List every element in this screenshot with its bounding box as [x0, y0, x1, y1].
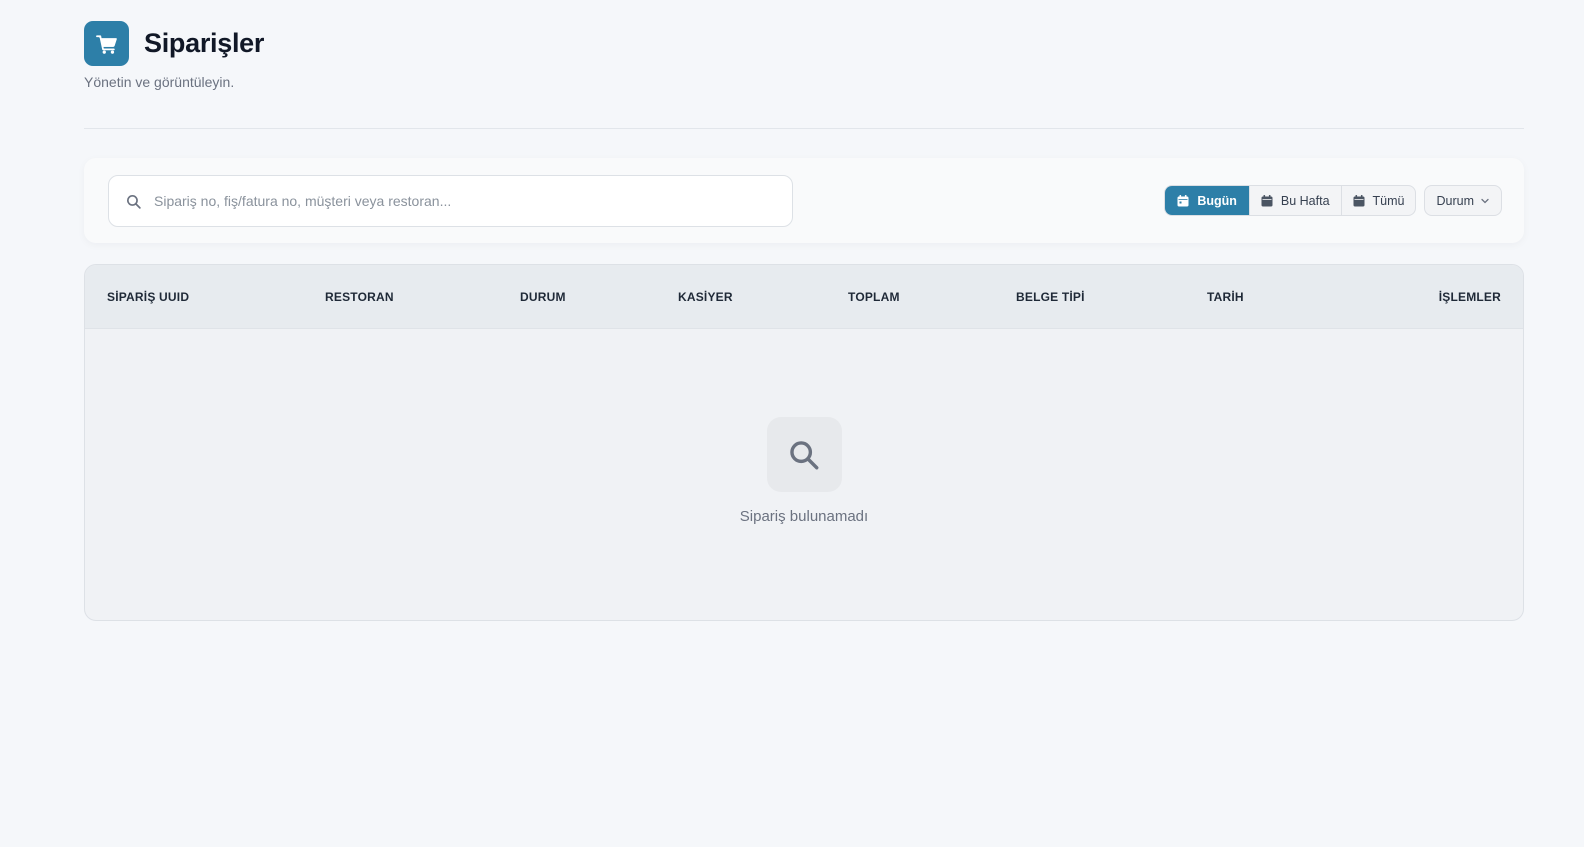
column-header-restaurant[interactable]: RESTORAN — [325, 265, 394, 329]
filter-today-button[interactable]: Bugün — [1165, 186, 1249, 215]
empty-state: Sipariş bulunamadı — [85, 417, 1523, 525]
calendar-icon — [1261, 194, 1273, 207]
column-header-actions: İŞLEMLER — [1438, 290, 1501, 304]
shopping-cart-icon — [95, 34, 117, 54]
filter-this-week-button[interactable]: Bu Hafta — [1248, 186, 1341, 215]
table-header: SİPARİŞ UUID RESTORAN DURUM KASİYER TOPL… — [85, 265, 1523, 329]
page-subtitle: Yönetin ve görüntüleyin. — [84, 74, 235, 90]
title-row: Siparişler — [84, 21, 264, 66]
orders-page: Siparişler Yönetin ve görüntüleyin. Sipa… — [0, 0, 1584, 847]
page-title: Siparişler — [144, 28, 265, 58]
filter-today-label: Bugün — [1197, 193, 1237, 208]
empty-state-icon-box — [766, 417, 842, 492]
header-divider — [84, 128, 1524, 129]
search-box[interactable] — [108, 175, 793, 227]
column-header-status[interactable]: DURUM — [520, 265, 566, 329]
filter-toolbar: Bugün Bu Hafta — [84, 158, 1524, 243]
filter-this-week-label: Bu Hafta — [1280, 193, 1330, 208]
filter-all-label: Tümü — [1372, 193, 1405, 208]
empty-state-message: Sipariş bulunamadı — [739, 508, 869, 525]
date-range-segmented: Bugün Bu Hafta Tümü — [1164, 185, 1417, 216]
search-icon — [123, 191, 143, 211]
page-header: Siparişler Yönetin ve görüntüleyin. — [84, 21, 264, 90]
orders-table: SİPARİŞ UUID RESTORAN DURUM KASİYER TOPL… — [84, 264, 1524, 621]
filter-controls: Bugün Bu Hafta Tümü Durum — [1164, 185, 1502, 216]
chevron-down-icon — [1481, 198, 1489, 203]
search-icon — [790, 440, 819, 469]
logo-badge — [84, 21, 129, 66]
column-header-date[interactable]: TARİH — [1207, 265, 1244, 329]
status-dropdown-label: Durum — [1436, 193, 1474, 208]
calendar-icon — [1177, 194, 1189, 207]
column-header-order-uuid[interactable]: SİPARİŞ UUID — [107, 265, 189, 329]
column-header-total[interactable]: TOPLAM — [848, 265, 900, 329]
column-header-document-type[interactable]: BELGE TİPİ — [1016, 265, 1085, 329]
calendar-icon — [1353, 194, 1365, 207]
search-input[interactable] — [154, 176, 792, 226]
status-dropdown[interactable]: Durum — [1424, 185, 1502, 216]
column-header-cashier[interactable]: KASİYER — [678, 265, 733, 329]
filter-all-button[interactable]: Tümü — [1340, 186, 1416, 215]
